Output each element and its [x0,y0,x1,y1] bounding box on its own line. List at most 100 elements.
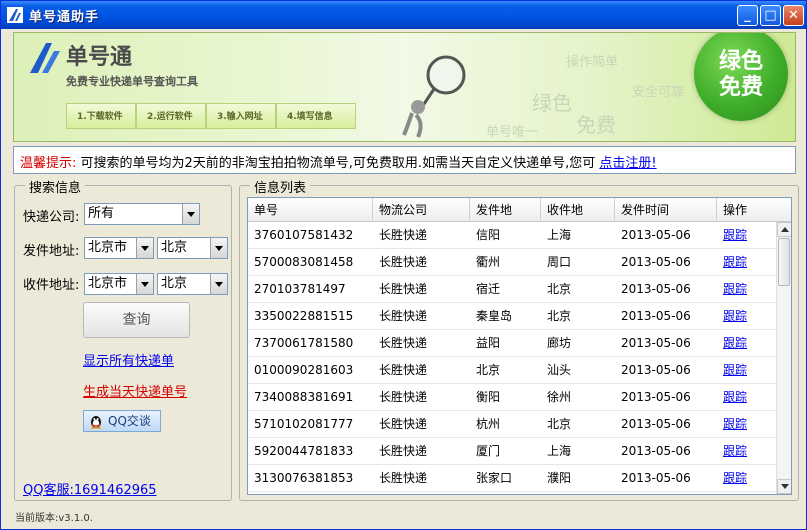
notice-bar: 温馨提示: 可搜索的单号均为2天前的非淘宝拍拍物流单号,可免费取用.如需当天自定… [13,146,796,174]
table-row[interactable]: 5700083081458 长胜快递 衢州 周口 2013-05-06 跟踪 [248,249,776,276]
col-send-time[interactable]: 发件时间 [615,198,717,222]
track-link[interactable]: 跟踪 [717,330,747,357]
app-logo-icon [7,7,23,23]
cell-destination: 徐州 [547,390,572,404]
show-all-link[interactable]: 显示所有快递单 [83,350,174,369]
query-button[interactable]: 查询 [83,302,190,338]
scroll-down-icon[interactable] [777,479,791,494]
qq-penguin-icon [91,416,101,429]
qq-chat-label: QQ交谈 [108,414,151,428]
register-link[interactable]: 点击注册! [599,156,656,171]
watermark-green: 绿色 [532,91,572,115]
courier-select[interactable]: 所有 [84,203,200,225]
cell-tracking-number: 270103781497 [254,282,346,296]
sender-city-select[interactable]: 北京 [157,237,228,259]
watermark-safe: 安全可靠 [632,85,685,100]
maximize-button[interactable]: □ [760,5,781,26]
receiver-city-select[interactable]: 北京 [157,273,228,295]
scroll-thumb[interactable] [778,238,790,286]
sender-province-value: 北京市 [88,240,128,255]
info-list-title: 信息列表 [250,177,311,196]
info-list-panel: 信息列表 单号 物流公司 发件地 收件地 发件时间 操作 37601075814… [239,177,799,501]
table-row[interactable]: 0100090281603 长胜快递 北京 汕头 2013-05-06 跟踪 [248,357,776,384]
cell-destination: 北京 [547,417,572,431]
table-row[interactable]: 7370061781580 长胜快递 益阳 廊坊 2013-05-06 跟踪 [248,330,776,357]
track-link[interactable]: 跟踪 [717,411,747,438]
scroll-up-icon[interactable] [777,222,791,237]
track-link[interactable]: 跟踪 [717,276,747,303]
close-button[interactable]: ✕ [783,5,804,26]
track-link[interactable]: 跟踪 [717,438,747,465]
cell-send-time: 2013-05-06 [621,363,691,377]
cell-courier: 长胜快递 [379,363,428,377]
cell-courier: 长胜快递 [379,444,428,458]
table-row[interactable]: 3130076381853 长胜快递 张家口 濮阳 2013-05-06 跟踪 [248,465,776,492]
sender-label: 发件地址: [23,244,80,259]
minimize-button[interactable]: _ [737,5,758,26]
cell-destination: 汕头 [547,363,572,377]
track-link[interactable]: 跟踪 [717,303,747,330]
cell-courier: 长胜快递 [379,282,428,296]
track-link[interactable]: 跟踪 [717,384,747,411]
notice-label: 温馨提示: [20,156,77,171]
cell-origin: 衢州 [476,255,501,269]
receiver-city-value: 北京 [161,276,188,291]
cell-send-time: 2013-05-06 [621,336,691,350]
courier-select-value: 所有 [88,206,115,221]
col-tracking-number[interactable]: 单号 [248,198,373,222]
chevron-down-icon[interactable] [136,274,153,294]
table-row[interactable]: 270103781497 长胜快递 宿迁 北京 2013-05-06 跟踪 [248,276,776,303]
table-row[interactable]: 5920044781833 长胜快递 厦门 上海 2013-05-06 跟踪 [248,438,776,465]
receiver-label: 收件地址: [23,278,80,293]
receiver-province-value: 北京市 [88,276,128,291]
cell-tracking-number: 7370061781580 [254,336,354,350]
step-2: 2.运行软件 [136,103,206,129]
cell-origin: 益阳 [476,336,501,350]
chevron-down-icon[interactable] [210,274,227,294]
badge-line-1: 绿色 [718,49,763,74]
track-link[interactable]: 跟踪 [717,222,747,249]
track-link[interactable]: 跟踪 [717,249,747,276]
cell-destination: 濮阳 [547,471,572,485]
col-action[interactable]: 操作 [717,198,791,222]
watermark-free: 免费 [576,113,616,137]
cell-tracking-number: 5710102081777 [254,417,354,431]
cell-destination: 北京 [547,282,572,296]
col-courier[interactable]: 物流公司 [373,198,470,222]
cell-send-time: 2013-05-06 [621,309,691,323]
qq-chat-button[interactable]: QQ交谈 [83,410,161,432]
track-link[interactable]: 跟踪 [717,357,747,384]
green-free-badge: 绿色 免费 [694,33,788,121]
col-origin[interactable]: 发件地 [470,198,541,222]
cell-send-time: 2013-05-06 [621,471,691,485]
qq-service-link[interactable]: QQ客服:1691462965 [23,479,157,498]
track-link[interactable]: 跟踪 [717,465,747,492]
vertical-scrollbar[interactable] [776,222,791,494]
cell-origin: 北京 [476,363,501,377]
cell-courier: 长胜快递 [379,255,428,269]
sender-province-select[interactable]: 北京市 [84,237,154,259]
magnifier-figure-icon [402,55,466,138]
step-1: 1.下载软件 [66,103,136,129]
cell-send-time: 2013-05-06 [621,255,691,269]
table-row[interactable]: 3350022881515 长胜快递 秦皇岛 北京 2013-05-06 跟踪 [248,303,776,330]
chevron-down-icon[interactable] [136,238,153,258]
table-row[interactable]: 7340088381691 长胜快递 衡阳 徐州 2013-05-06 跟踪 [248,384,776,411]
cell-courier: 长胜快递 [379,417,428,431]
cell-origin: 宿迁 [476,282,501,296]
cell-destination: 上海 [547,228,572,242]
receiver-province-select[interactable]: 北京市 [84,273,154,295]
cell-courier: 长胜快递 [379,336,428,350]
generate-today-link[interactable]: 生成当天快递单号 [83,381,187,400]
cell-destination: 上海 [547,444,572,458]
col-destination[interactable]: 收件地 [541,198,615,222]
window-title: 单号通助手 [29,10,100,25]
app-window: 单号通助手 _ □ ✕ 单号通 免费专业快递单号查询工具 1.下载软件 2.运行… [0,0,807,530]
chevron-down-icon[interactable] [182,204,199,224]
chevron-down-icon[interactable] [210,238,227,258]
table-row[interactable]: 3760107581432 长胜快递 信阳 上海 2013-05-06 跟踪 [248,222,776,249]
table-row[interactable]: 5710102081777 长胜快递 杭州 北京 2013-05-06 跟踪 [248,411,776,438]
cell-tracking-number: 3350022881515 [254,309,354,323]
logo-icon [30,43,60,73]
title-bar[interactable]: 单号通助手 _ □ ✕ [1,1,806,29]
